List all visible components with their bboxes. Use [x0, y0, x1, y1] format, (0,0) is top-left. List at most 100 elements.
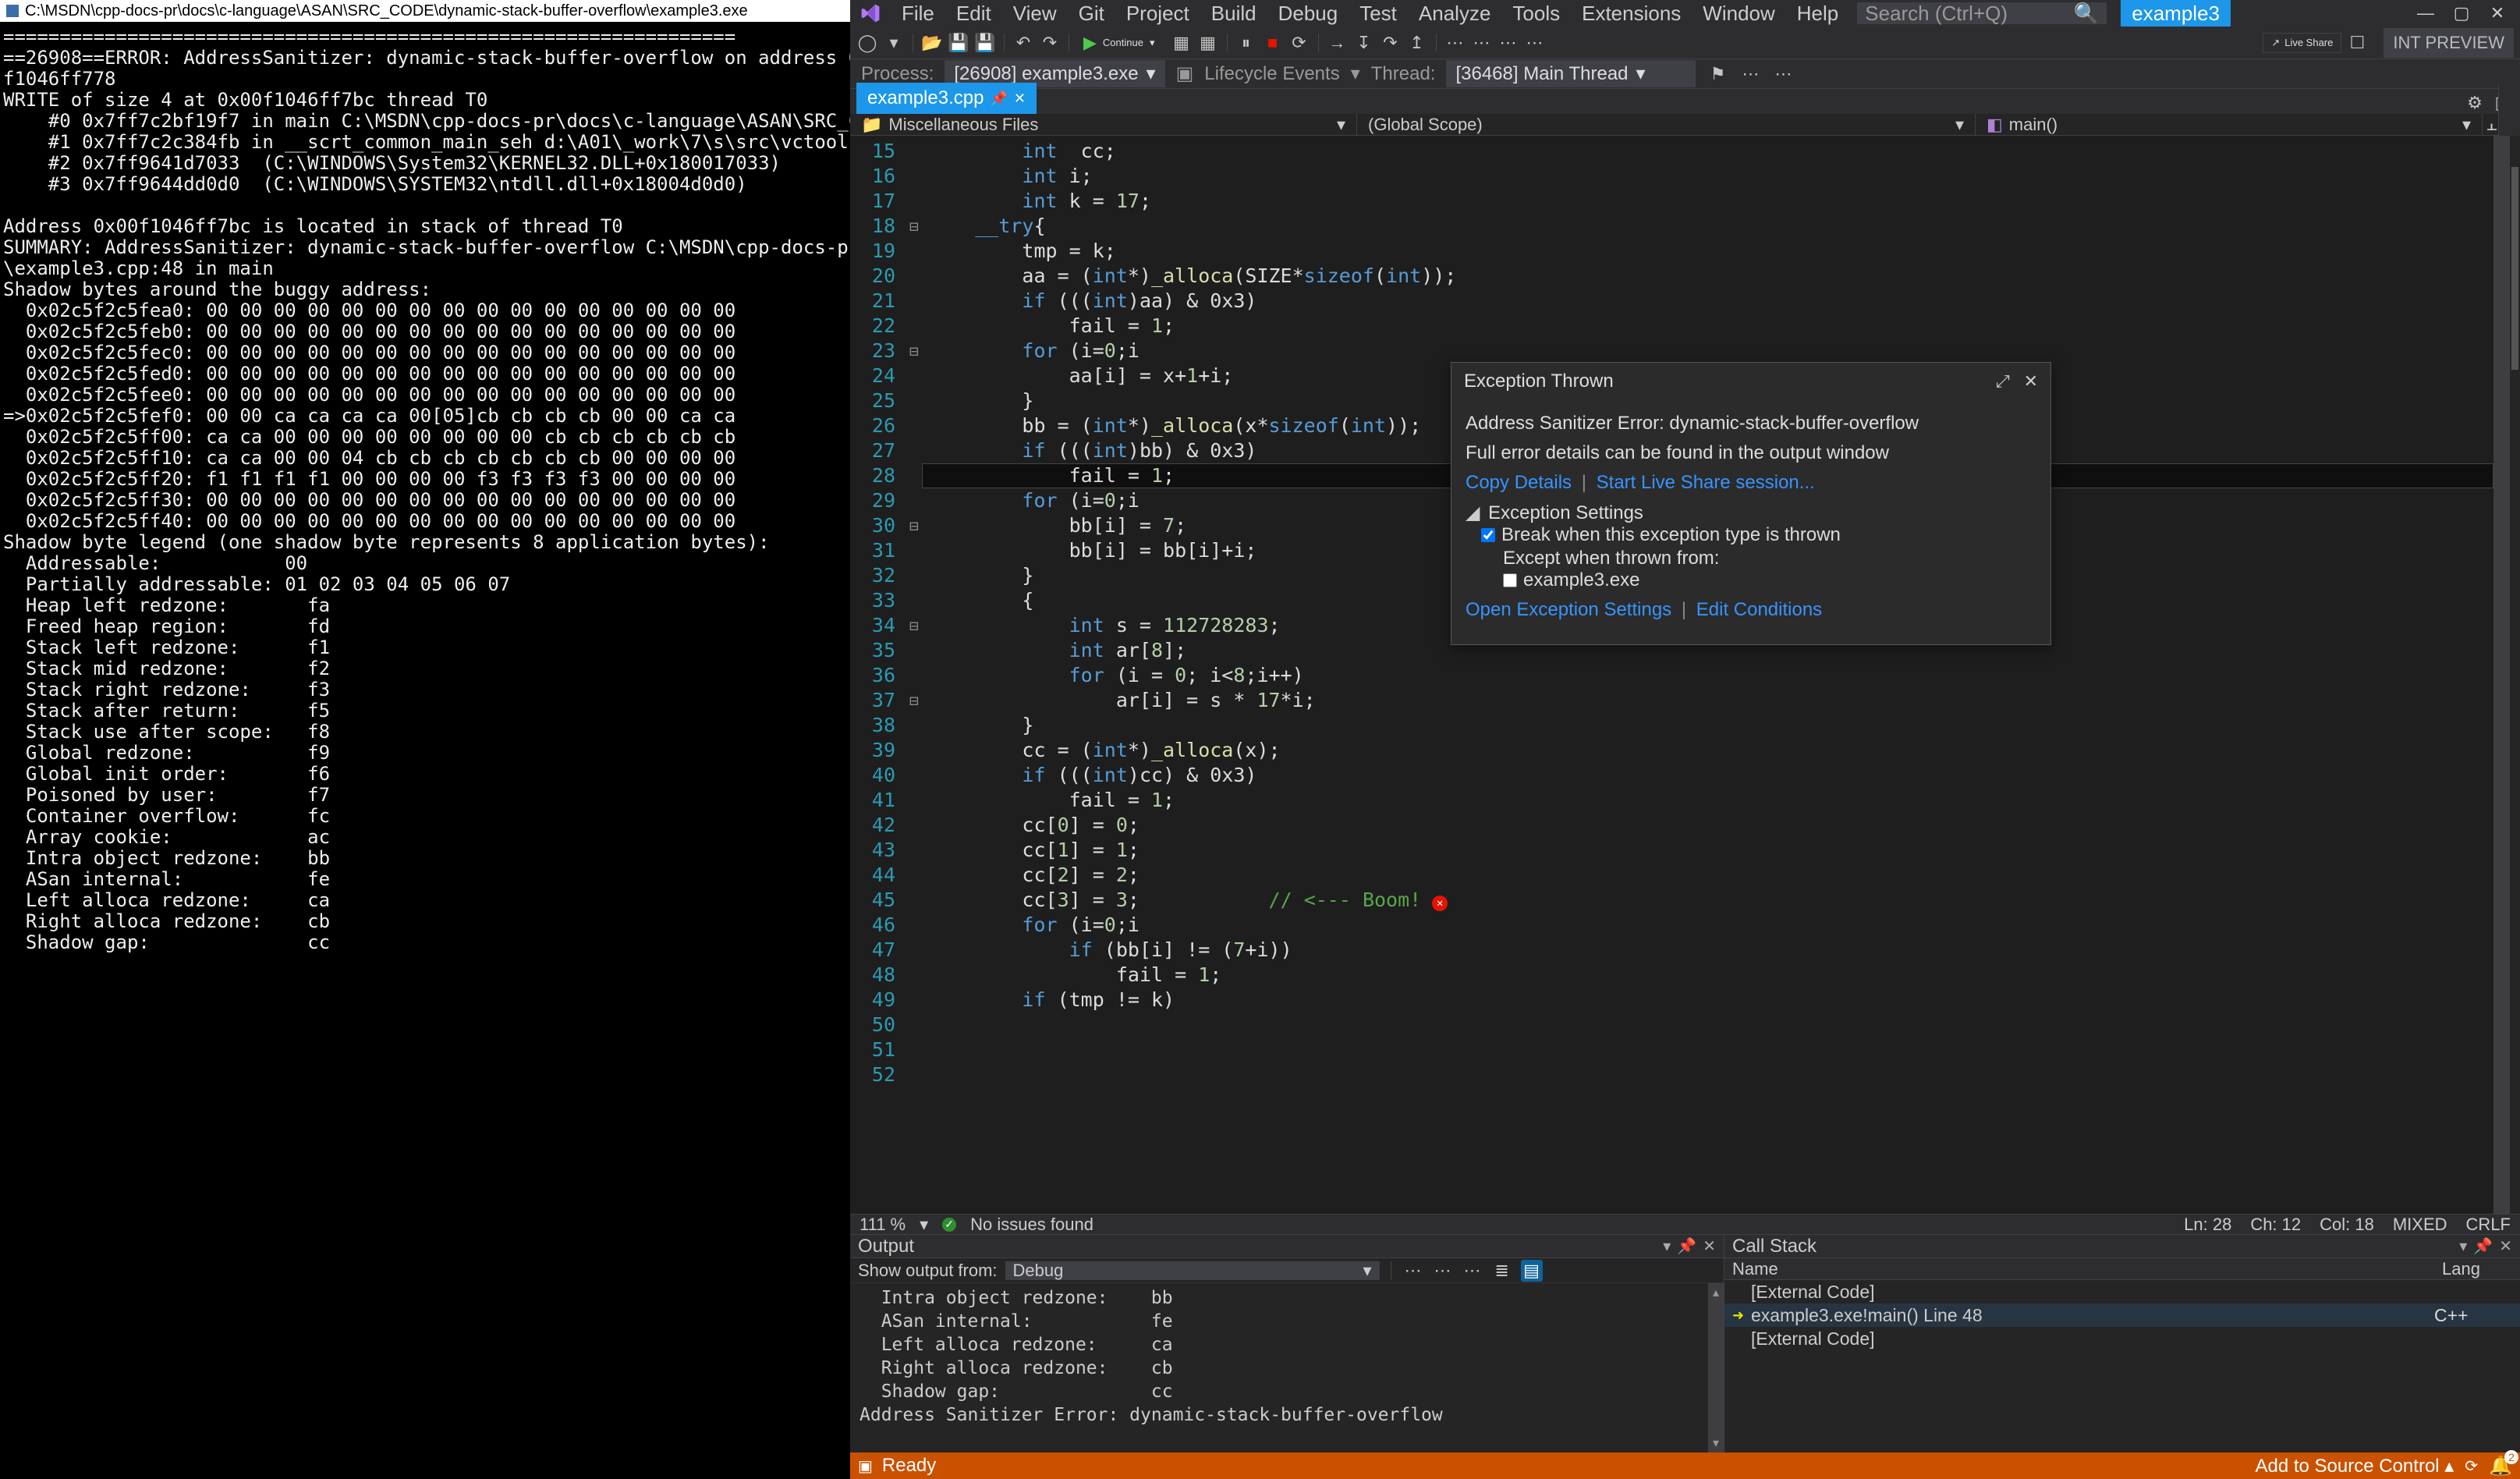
vs-status-bar: ▣ Ready Add to Source Control ▴ ⟳ 🔔2 [850, 1452, 2520, 1479]
save-icon[interactable]: 💾 [948, 32, 969, 54]
tool-icon[interactable]: ⋯ [1471, 32, 1493, 54]
output-vscrollbar[interactable]: ▴▾ [1708, 1283, 1724, 1452]
hot-reload-icon[interactable]: ▦ [1197, 32, 1219, 54]
edit-conditions-link[interactable]: Edit Conditions [1696, 599, 1822, 620]
menu-debug[interactable]: Debug [1267, 0, 1349, 29]
solution-name-pill[interactable]: example3 [2121, 0, 2231, 30]
lifecycle-label[interactable]: Lifecycle Events [1204, 63, 1339, 85]
menu-file[interactable]: File [891, 0, 945, 29]
pin-icon[interactable]: 📌 [2473, 1236, 2493, 1256]
stack-icon[interactable]: ⋯ [1739, 63, 1761, 85]
maximize-button[interactable]: ▢ [2444, 1, 2479, 26]
menu-view[interactable]: View [1002, 0, 1068, 29]
callstack-col-lang[interactable]: Lang [2434, 1259, 2520, 1279]
menu-analyze[interactable]: Analyze [1408, 0, 1502, 29]
editor-overview-ruler[interactable] [2509, 136, 2520, 1214]
menu-tools[interactable]: Tools [1501, 0, 1571, 29]
stop-icon[interactable]: ■ [1262, 32, 1284, 54]
output-tool-icon[interactable]: ⋯ [1402, 1260, 1424, 1282]
break-all-icon[interactable]: ⏸ [1235, 32, 1257, 54]
step-into-icon[interactable]: ↧ [1353, 32, 1375, 54]
step-over-icon[interactable]: ↷ [1380, 32, 1402, 54]
menu-extensions[interactable]: Extensions [1571, 0, 1692, 29]
code-area[interactable]: int cc; int i; int k = 17; __try{ tmp = … [922, 136, 2493, 1214]
callstack-col-name[interactable]: Name [1724, 1259, 2434, 1279]
document-tab-active[interactable]: example3.cpp 📌 ✕ [856, 83, 1037, 114]
mode[interactable]: MIXED [2393, 1215, 2447, 1235]
feedback-icon[interactable]: ☐ [2346, 32, 2368, 54]
save-all-icon[interactable]: 💾 [974, 32, 996, 54]
dropdown-icon[interactable]: ▾ [1663, 1236, 1671, 1256]
stack-icon[interactable]: ⋯ [1772, 63, 1794, 85]
undo-icon[interactable]: ↶ [1012, 32, 1034, 54]
gear-icon[interactable]: ⚙ [2464, 92, 2486, 114]
eol[interactable]: CRLF [2466, 1215, 2511, 1235]
search-box[interactable]: Search (Ctrl+Q) 🔍 [1857, 2, 2107, 24]
flag-icon[interactable]: ⚑ [1707, 63, 1728, 85]
output-source-dropdown[interactable]: Debug▾ [1005, 1261, 1380, 1280]
lifecycle-icon[interactable]: ▣ [1176, 62, 1194, 85]
menu-help[interactable]: Help [1786, 0, 1849, 29]
menu-edit[interactable]: Edit [945, 0, 1002, 29]
menu-window[interactable]: Window [1692, 0, 1785, 29]
output-title: Output [858, 1236, 914, 1257]
live-share-button[interactable]: ↗ Live Share [2263, 33, 2341, 53]
close-button[interactable]: ✕ [2479, 1, 2515, 26]
nav-fwd-icon[interactable]: ▾ [883, 32, 905, 54]
continue-button[interactable]: ▶ Continue ▾ [1077, 31, 1166, 55]
callstack-row[interactable]: [External Code] [1724, 1327, 2520, 1350]
break-when-checkbox[interactable]: Break when this exception type is thrown [1481, 524, 1841, 546]
close-icon[interactable]: ✕ [1703, 1236, 1716, 1256]
zoom-level[interactable]: 111 % [859, 1215, 906, 1235]
callstack-row[interactable]: [External Code] [1724, 1280, 2520, 1303]
copy-details-link[interactable]: Copy Details [1466, 472, 1572, 493]
scope-member[interactable]: ◧ main() ▾ [1976, 113, 2483, 137]
code-editor[interactable]: 1516171819202122232425262728293031323334… [850, 136, 2520, 1214]
nav-back-icon[interactable]: ◯ [856, 32, 878, 54]
show-next-icon[interactable]: → [1327, 32, 1349, 54]
add-source-control[interactable]: Add to Source Control ▴ [2255, 1455, 2454, 1477]
tool-icon[interactable]: ⋯ [1444, 32, 1466, 54]
close-icon[interactable]: ✕ [2024, 371, 2038, 392]
open-file-icon[interactable]: 📂 [921, 32, 943, 54]
debug-target-icon[interactable]: ▦ [1171, 32, 1193, 54]
close-icon[interactable]: ✕ [2499, 1236, 2512, 1256]
scope-project[interactable]: 📁 Miscellaneous Files ▾ [850, 113, 1357, 137]
menu-git[interactable]: Git [1068, 0, 1115, 29]
caret-down-icon[interactable]: ◢ [1466, 502, 1480, 523]
restart-icon[interactable]: ⟳ [1288, 32, 1310, 54]
sync-icon[interactable]: ⟳ [2465, 1456, 2478, 1476]
minimize-button[interactable]: — [2408, 1, 2444, 26]
line-number-gutter: 1516171819202122232425262728293031323334… [850, 136, 906, 1214]
fold-column[interactable]: ⊟⊟⊟⊟⊟ [906, 136, 922, 1214]
menu-project[interactable]: Project [1115, 0, 1200, 29]
redo-icon[interactable]: ↷ [1039, 32, 1061, 54]
open-exception-settings-link[interactable]: Open Exception Settings [1466, 599, 1671, 620]
clear-output-icon[interactable]: ▤ [1521, 1260, 1543, 1282]
pin-icon[interactable]: ⤢ [1996, 371, 2010, 392]
except-item-checkbox[interactable]: example3.exe [1503, 569, 1639, 591]
start-live-share-link[interactable]: Start Live Share session... [1597, 472, 1815, 493]
pin-icon[interactable]: 📌 [990, 90, 1007, 107]
thread-dropdown[interactable]: [36468] Main Thread▾ [1446, 60, 1696, 87]
output-tool-icon[interactable]: ⋯ [1462, 1260, 1483, 1282]
word-wrap-icon[interactable]: ≣ [1491, 1260, 1513, 1282]
callstack-row[interactable]: ➜example3.exe!main() Line 48C++ [1724, 1303, 2520, 1327]
output-tool-icon[interactable]: ⋯ [1432, 1260, 1454, 1282]
menu-test[interactable]: Test [1349, 0, 1408, 29]
continue-label: Continue [1103, 37, 1143, 48]
tool-icon[interactable]: ⋯ [1524, 32, 1546, 54]
close-tab-icon[interactable]: ✕ [1014, 90, 1026, 107]
dropdown-icon[interactable]: ▾ [2459, 1236, 2467, 1256]
notifications-icon[interactable]: 🔔2 [2489, 1455, 2512, 1477]
callstack-rows[interactable]: [External Code]➜example3.exe!main() Line… [1724, 1280, 2520, 1452]
scope-namespace[interactable]: (Global Scope) ▾ [1357, 113, 1976, 137]
menu-build[interactable]: Build [1200, 0, 1267, 29]
output-text[interactable]: Intra object redzone: bb ASan internal: … [850, 1283, 1724, 1452]
console-titlebar[interactable]: C:\MSDN\cpp-docs-pr\docs\c-language\ASAN… [0, 0, 850, 22]
step-out-icon[interactable]: ↥ [1406, 32, 1428, 54]
pin-icon[interactable]: 📌 [1677, 1236, 1696, 1256]
issues-label[interactable]: No issues found [970, 1215, 1093, 1235]
tool-icon[interactable]: ⋯ [1497, 32, 1519, 54]
editor-vscrollbar[interactable] [2493, 136, 2509, 1214]
